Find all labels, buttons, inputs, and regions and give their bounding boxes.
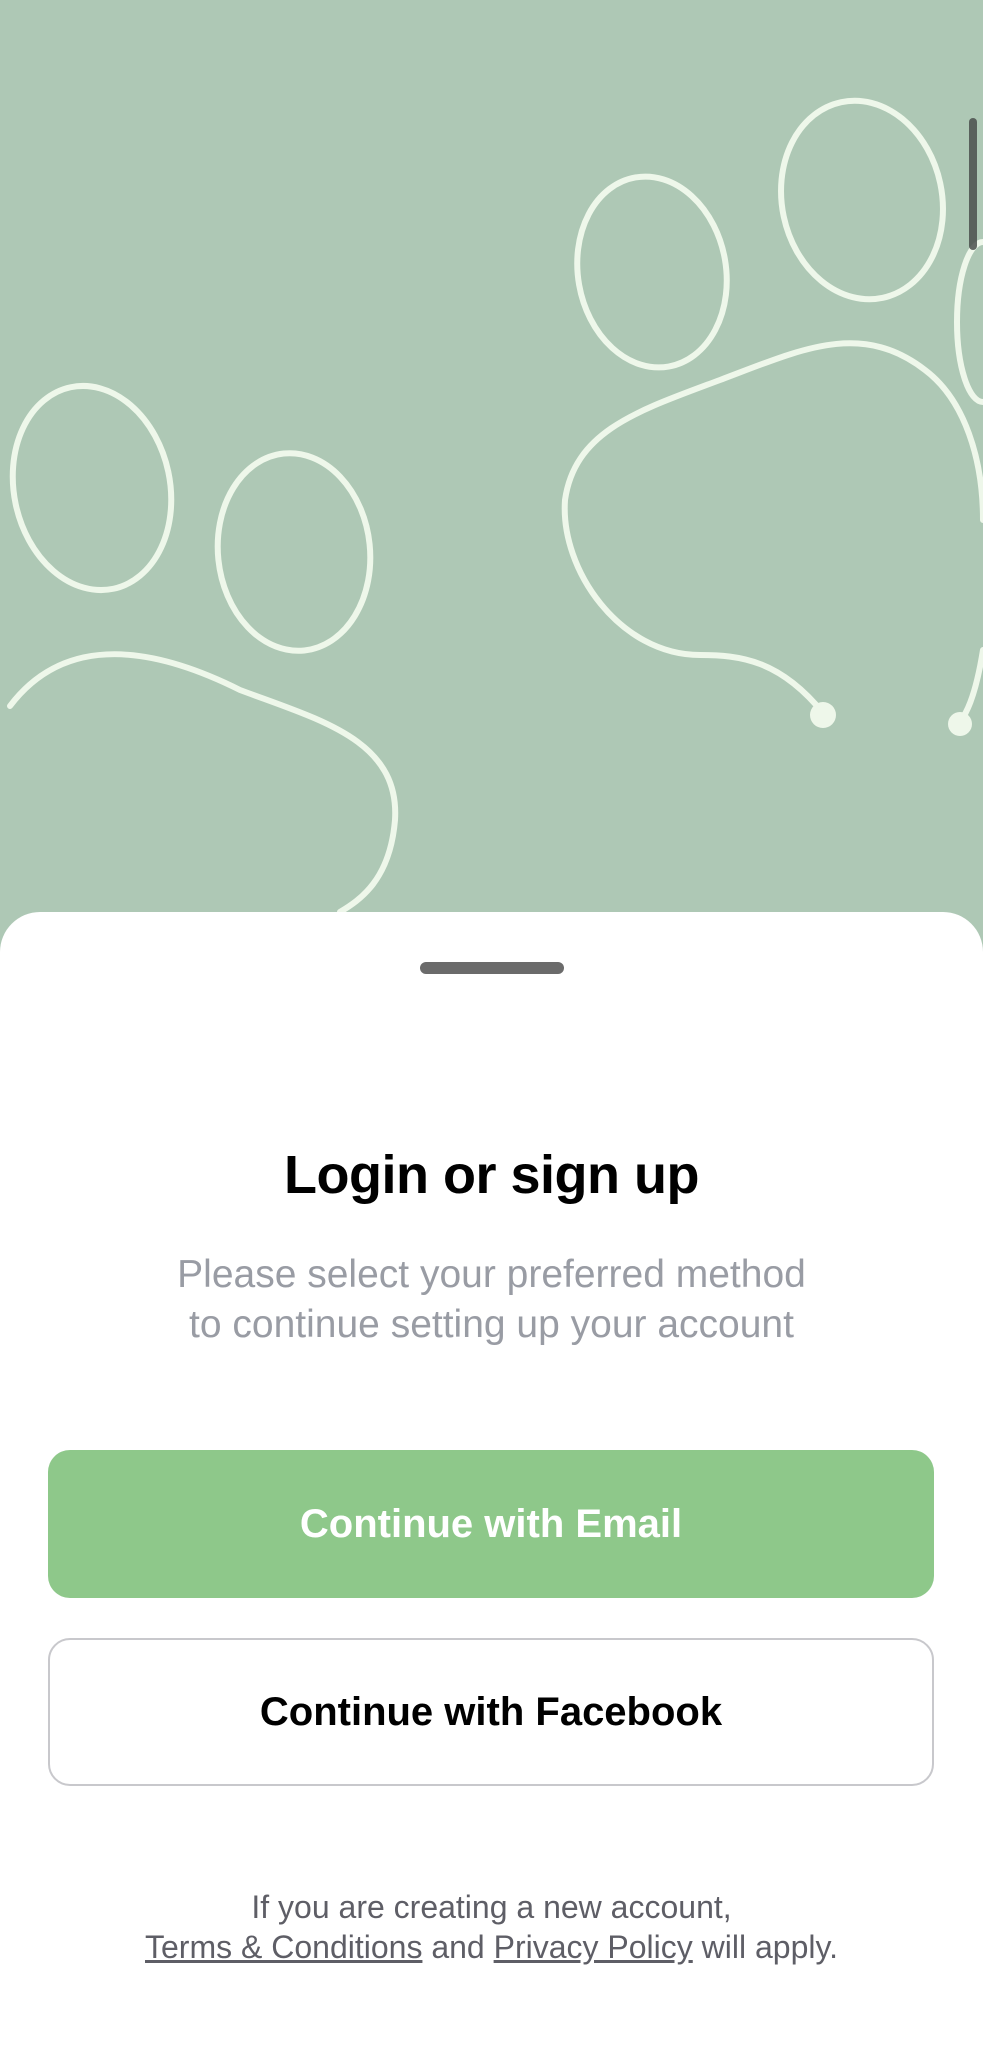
paw-print-hero-background [0,0,983,960]
legal-and-text: and [431,1929,485,1965]
sheet-drag-handle[interactable] [420,962,564,974]
email-button-label: Continue with Email [299,1501,683,1546]
subtitle-line-1: Please select your preferred method [177,1253,806,1296]
scroll-indicator[interactable] [969,118,977,250]
facebook-button-label: Continue with Facebook [259,1689,723,1734]
paw-print-outline-icon [7,97,983,915]
legal-suffix-text: will apply. [701,1929,838,1965]
continue-with-email-button[interactable]: Continue with Email [48,1450,934,1598]
privacy-policy-link[interactable]: Privacy Policy [494,1929,693,1965]
sheet-title: Login or sign up [284,1145,699,1205]
legal-line-2: Terms & Conditions and Privacy Policy wi… [0,1927,983,1967]
continue-with-facebook-button[interactable]: Continue with Facebook [48,1638,934,1786]
subtitle-line-2: to continue setting up your account [189,1303,794,1346]
sheet-subtitle: Please select your preferred method to c… [100,1250,883,1350]
legal-notice: If you are creating a new account, Terms… [0,1887,983,1967]
terms-conditions-link[interactable]: Terms & Conditions [145,1929,422,1965]
legal-line-1: If you are creating a new account, [251,1889,732,1925]
login-screen: Login or sign up Please select your pref… [0,0,983,2048]
login-bottom-sheet: Login or sign up Please select your pref… [0,912,983,2048]
